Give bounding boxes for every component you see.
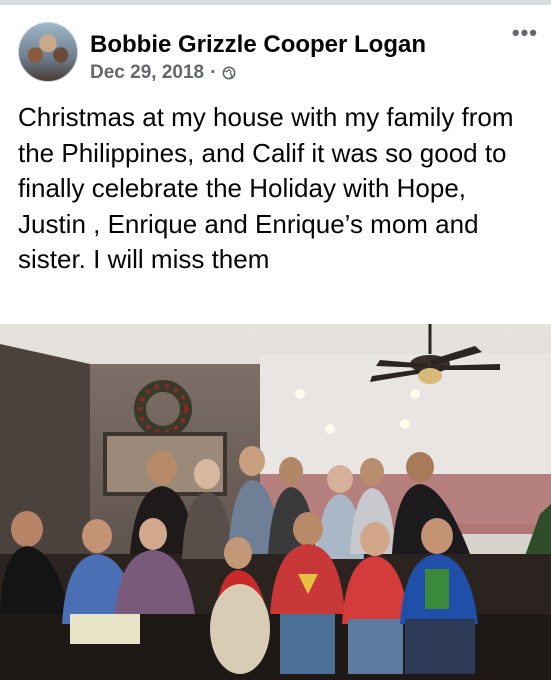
- author-name[interactable]: Bobbie Grizzle Cooper Logan: [90, 31, 426, 59]
- top-divider: [0, 0, 551, 5]
- post-photo[interactable]: [0, 324, 551, 680]
- post-text: Christmas at my house with my family fro…: [18, 102, 514, 274]
- meta-separator: ·: [210, 62, 217, 83]
- more-options-icon[interactable]: •••: [512, 22, 538, 44]
- author-avatar[interactable]: [18, 22, 78, 82]
- post-date[interactable]: Dec 29, 2018: [90, 62, 204, 84]
- family-photo-illustration: [0, 324, 551, 680]
- post-header: Bobbie Grizzle Cooper Logan Dec 29, 2018…: [18, 22, 538, 84]
- post-meta: Dec 29, 2018 ·: [90, 62, 236, 84]
- globe-icon[interactable]: [222, 66, 236, 80]
